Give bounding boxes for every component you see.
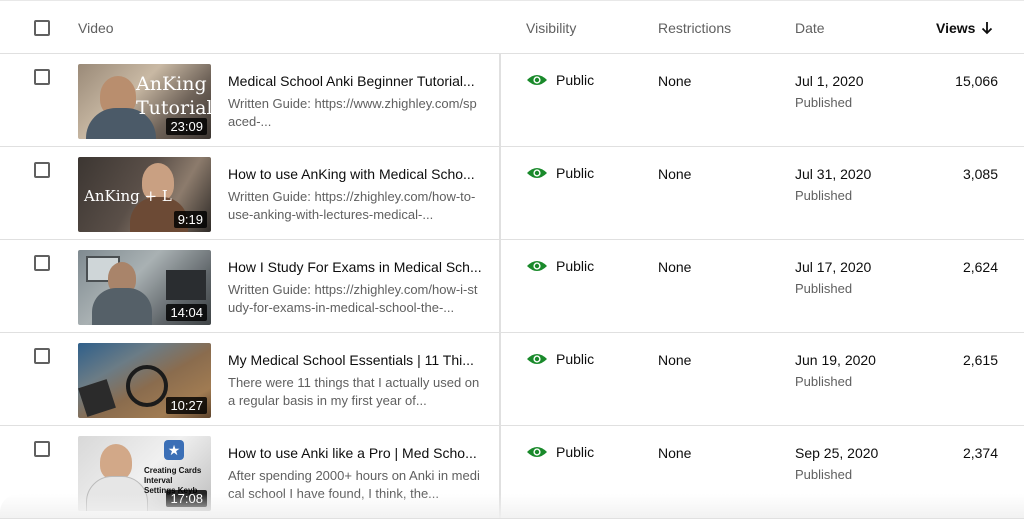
visibility-cell[interactable]: Public [526,258,594,274]
video-thumbnail[interactable]: AnKing + L 9:19 [78,157,211,232]
visibility-label: Public [556,258,595,274]
publish-date: Sep 25, 2020 [795,445,879,461]
video-title[interactable]: How I Study For Exams in Medical Sch... [228,259,483,275]
publish-date: Jul 17, 2020 [795,259,872,275]
video-duration: 9:19 [173,211,207,228]
restrictions-value: None [658,166,692,182]
video-title[interactable]: My Medical School Essentials | 11 Thi... [228,352,483,368]
publish-status: Published [795,374,853,389]
view-count: 2,615 [962,352,998,368]
eye-icon [527,168,547,178]
table-header: Video Visibility Restrictions Date Views [0,0,1024,54]
person-body [92,288,152,325]
column-header-restrictions[interactable]: Restrictions [658,20,731,36]
table-row[interactable]: 10:27 My Medical School Essentials | 11 … [0,333,1024,426]
star-app-icon: ★ [164,440,184,460]
visibility-label: Public [556,72,595,88]
column-header-video[interactable]: Video [78,20,114,36]
monitor [166,270,206,300]
publish-status: Published [795,188,853,203]
thumbnail-overlay-text: AnKing + L [84,187,172,205]
visibility-cell[interactable]: Public [526,351,594,367]
row-checkbox[interactable] [34,162,50,178]
video-thumbnail[interactable]: 14:04 [78,250,211,325]
eye-icon [527,447,547,457]
video-duration: 23:09 [166,118,207,135]
visibility-cell[interactable]: Public [526,165,594,181]
video-thumbnail[interactable]: AnKing Tutorial 23:09 [78,64,211,139]
thumbnail-overlay-text: AnKing Tutorial [136,73,211,119]
video-title[interactable]: Medical School Anki Beginner Tutorial... [228,73,483,89]
video-title[interactable]: How to use Anki like a Pro | Med Scho... [228,445,483,461]
select-all-checkbox[interactable] [34,20,50,36]
eye-icon [527,75,547,85]
publish-status: Published [795,95,853,110]
row-checkbox[interactable] [34,69,50,85]
video-description: Written Guide: https://zhighley.com/how-… [228,189,476,222]
row-checkbox[interactable] [34,255,50,271]
table-row[interactable]: AnKing + L 9:19 How to use AnKing with M… [0,147,1024,240]
column-header-visibility[interactable]: Visibility [526,20,576,36]
bottom-fade [0,494,1024,518]
phone [78,379,116,417]
video-description: There were 11 things that I actually use… [228,375,480,408]
publish-date: Jun 19, 2020 [795,352,876,368]
view-count: 2,624 [962,259,998,275]
visibility-label: Public [556,165,595,181]
visibility-label: Public [556,444,595,460]
restrictions-value: None [658,445,692,461]
arrow-down-icon [982,22,993,35]
restrictions-value: None [658,73,692,89]
video-duration: 10:27 [166,397,207,414]
video-duration: 14:04 [166,304,207,321]
video-title[interactable]: How to use AnKing with Medical Scho... [228,166,483,182]
publish-status: Published [795,467,853,482]
eye-icon [527,354,547,364]
person-figure [100,444,132,480]
visibility-cell[interactable]: Public [526,72,594,88]
row-checkbox[interactable] [34,441,50,457]
publish-status: Published [795,281,853,296]
row-checkbox[interactable] [34,348,50,364]
video-description: Written Guide: https://www.zhighley.com/… [228,96,477,129]
table-row[interactable]: 14:04 How I Study For Exams in Medical S… [0,240,1024,333]
video-thumbnail[interactable]: 10:27 [78,343,211,418]
headphones [126,365,168,407]
table-row[interactable]: AnKing Tutorial 23:09 Medical School Ank… [0,54,1024,147]
eye-icon [527,261,547,271]
column-header-date[interactable]: Date [795,20,825,36]
publish-date: Jul 31, 2020 [795,166,872,182]
video-description: Written Guide: https://zhighley.com/how-… [228,282,478,315]
restrictions-value: None [658,259,692,275]
view-count: 2,374 [962,445,998,461]
publish-date: Jul 1, 2020 [795,73,864,89]
column-header-views-label: Views [936,20,976,36]
visibility-label: Public [556,351,595,367]
view-count: 15,066 [955,73,998,89]
restrictions-value: None [658,352,692,368]
visibility-cell[interactable]: Public [526,444,594,460]
view-count: 3,085 [962,166,998,182]
column-header-views[interactable]: Views [936,20,998,36]
